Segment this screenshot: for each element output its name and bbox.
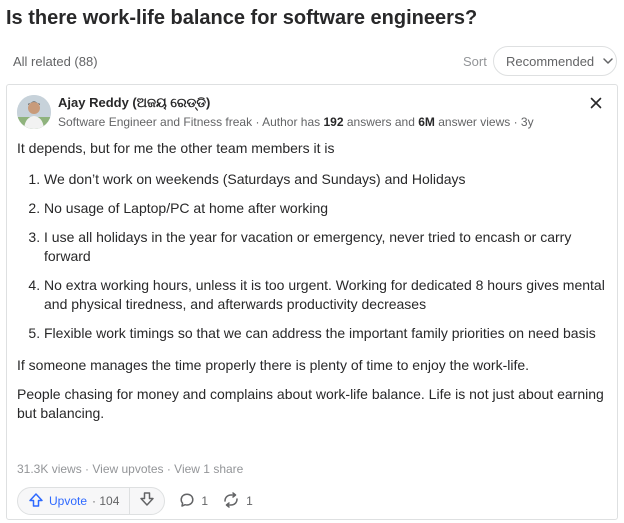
answer-stats[interactable]: 31.3K views · View upvotes · View 1 shar… — [17, 462, 243, 476]
close-icon — [590, 96, 602, 114]
answer-paragraph: If someone manages the time properly the… — [17, 357, 530, 373]
upvote-arrow-icon — [28, 492, 44, 511]
views-count: 6M — [418, 115, 435, 129]
list-item: I use all holidays in the year for vacat… — [44, 228, 609, 266]
answers-count: 192 — [323, 115, 344, 129]
answers-text: answers and — [343, 115, 419, 129]
upvote-count: · 104 — [92, 494, 120, 508]
upvote-label: Upvote — [49, 494, 88, 508]
views-text: answer views · 3y — [434, 115, 534, 129]
chevron-down-icon — [602, 55, 614, 67]
author-name[interactable]: Ajay Reddy (ଅଜୟ ରେଡ୍ଡି) — [58, 95, 210, 111]
share-button[interactable]: 1 — [222, 491, 253, 511]
filter-bar: All related (88) Sort Recommended — [0, 44, 624, 78]
list-item: We don’t work on weekends (Saturdays and… — [44, 170, 609, 189]
action-bar: Upvote · 104 1 1 — [17, 487, 253, 515]
close-button[interactable] — [586, 95, 606, 115]
list-item: No usage of Laptop/PC at home after work… — [44, 199, 609, 218]
question-title[interactable]: Is there work-life balance for software … — [6, 7, 477, 30]
downvote-button[interactable] — [130, 488, 164, 514]
comment-button[interactable]: 1 — [179, 492, 208, 511]
vote-pill: Upvote · 104 — [17, 487, 166, 515]
reshare-icon — [222, 491, 240, 511]
comment-bubble-icon — [179, 492, 195, 511]
sort-dropdown[interactable]: Recommended — [493, 46, 617, 76]
author-credential: Software Engineer and Fitness freak · Au… — [58, 115, 534, 129]
all-related-filter[interactable]: All related (88) — [13, 54, 98, 69]
list-item: No extra working hours, unless it is too… — [44, 276, 609, 314]
comments-count: 1 — [201, 494, 209, 508]
sort-label: Sort — [463, 54, 487, 69]
answer-intro: It depends, but for me the other team me… — [17, 140, 335, 156]
answer-card: Ajay Reddy (ଅଜୟ ରେଡ୍ଡି) Software Enginee… — [6, 84, 618, 520]
upvote-button[interactable]: Upvote · 104 — [18, 488, 129, 514]
page: Is there work-life balance for software … — [0, 0, 624, 523]
list-item: Flexible work timings so that we can add… — [44, 324, 609, 343]
shares-count: 1 — [246, 494, 253, 508]
author-avatar[interactable] — [17, 95, 51, 129]
credential-text: Software Engineer and Fitness freak · Au… — [58, 115, 324, 129]
answer-body: It depends, but for me the other team me… — [17, 139, 609, 433]
sort-selected-value: Recommended — [506, 53, 595, 69]
downvote-arrow-icon — [139, 491, 155, 512]
answer-paragraph: People chasing for money and complains a… — [17, 386, 604, 421]
answer-list: We don’t work on weekends (Saturdays and… — [17, 170, 609, 343]
